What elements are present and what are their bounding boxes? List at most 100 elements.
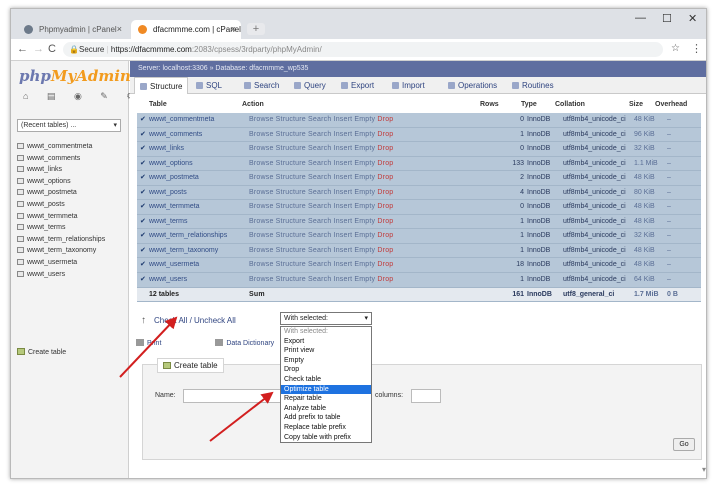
table-name-link[interactable]: wwwt_postmeta	[149, 171, 249, 186]
row-checkbox[interactable]: ✔	[140, 186, 146, 201]
tab-operations[interactable]: Operations	[448, 77, 497, 94]
table-name-link[interactable]: wwwt_termmeta	[149, 200, 249, 215]
dropdown-option[interactable]: Check table	[281, 375, 371, 385]
reload-icon[interactable]: C	[48, 43, 56, 55]
dropdown-option[interactable]: Analyze table	[281, 404, 371, 414]
back-icon[interactable]: ←	[17, 43, 28, 55]
row-checkbox[interactable]: ✔	[140, 200, 146, 215]
table-row[interactable]: ✔ wwwt_commentmeta Browse Structure Search…	[137, 113, 701, 128]
tree-table-item[interactable]: wwwt_postmeta	[17, 187, 105, 199]
table-name-link[interactable]: wwwt_links	[149, 142, 249, 157]
close-window-icon[interactable]: ✕	[688, 12, 697, 25]
row-actions[interactable]: Browse Structure Search Insert Empty Dro…	[249, 258, 471, 273]
recent-tables-select[interactable]: (Recent tables) ... ▾	[17, 119, 121, 132]
row-checkbox[interactable]: ✔	[140, 258, 146, 273]
close-tab-icon[interactable]: ×	[117, 20, 122, 39]
row-checkbox[interactable]: ✔	[140, 273, 146, 288]
header-overhead[interactable]: Overhead	[655, 101, 687, 108]
header-type[interactable]: Type	[521, 101, 537, 108]
table-name-link[interactable]: wwwt_comments	[149, 128, 249, 143]
dropdown-option[interactable]: Empty	[281, 356, 371, 366]
tab-sql[interactable]: SQL	[196, 77, 222, 94]
row-checkbox[interactable]: ✔	[140, 113, 146, 128]
minimize-icon[interactable]: —	[635, 12, 646, 24]
tree-table-item[interactable]: wwwt_commentmeta	[17, 141, 105, 153]
row-actions[interactable]: Browse Structure Search Insert Empty Dro…	[249, 229, 471, 244]
dropdown-option[interactable]: Replace table prefix	[281, 423, 371, 433]
header-rows[interactable]: Rows	[480, 101, 499, 108]
table-row[interactable]: ✔ wwwt_links Browse Structure Search Inser…	[137, 142, 701, 157]
drop-link[interactable]: Drop	[377, 218, 393, 225]
row-actions[interactable]: Browse Structure Search Insert Empty Dro…	[249, 244, 471, 259]
drop-link[interactable]: Drop	[377, 276, 393, 283]
dropdown-option[interactable]: Print view	[281, 346, 371, 356]
tree-table-item[interactable]: wwwt_posts	[17, 199, 105, 211]
print-link[interactable]: Print	[136, 339, 161, 347]
tree-table-item[interactable]: wwwt_terms	[17, 222, 105, 234]
data-dictionary-link[interactable]: Data Dictionary	[215, 339, 274, 347]
go-button[interactable]: Go	[673, 438, 695, 451]
table-row[interactable]: ✔ wwwt_options Browse Structure Search Ins…	[137, 156, 701, 172]
drop-link[interactable]: Drop	[377, 160, 393, 167]
dropdown-option[interactable]: Export	[281, 337, 371, 347]
table-row[interactable]: ✔ wwwt_users Browse Structure Search Inser…	[137, 273, 701, 288]
table-name-link[interactable]: wwwt_term_taxonomy	[149, 244, 249, 259]
tree-table-item[interactable]: wwwt_links	[17, 164, 105, 176]
dropdown-option[interactable]: Add prefix to table	[281, 413, 371, 423]
browser-menu-icon[interactable]: ⋮	[691, 42, 702, 55]
tree-table-item[interactable]: wwwt_options	[17, 176, 105, 188]
navigation-icons[interactable]: ⌂ ▤ ◉ ✎ ⚙	[23, 91, 142, 102]
table-name-input[interactable]	[183, 389, 283, 403]
row-actions[interactable]: Browse Structure Search Insert Empty Dro…	[249, 171, 471, 186]
check-all-link[interactable]: ↑ Check All / Uncheck All	[141, 315, 236, 326]
row-checkbox[interactable]: ✔	[140, 215, 146, 230]
table-row[interactable]: ✔ wwwt_postmeta Browse Structure Search In…	[137, 171, 701, 186]
breadcrumb[interactable]: Server: localhost:3306 » Database: dfacm…	[130, 61, 706, 77]
drop-link[interactable]: Drop	[377, 131, 393, 138]
tree-table-item[interactable]: wwwt_usermeta	[17, 257, 105, 269]
new-tab-button[interactable]: +	[247, 23, 265, 35]
tab-export[interactable]: Export	[341, 77, 374, 94]
table-name-link[interactable]: wwwt_options	[149, 157, 249, 172]
tree-table-item[interactable]: wwwt_comments	[17, 153, 105, 165]
tab-search[interactable]: Search	[244, 77, 279, 94]
header-table[interactable]: Table	[149, 101, 167, 108]
table-row[interactable]: ✔ wwwt_terms Browse Structure Search Inser…	[137, 214, 701, 230]
table-name-link[interactable]: wwwt_posts	[149, 186, 249, 201]
row-actions[interactable]: Browse Structure Search Insert Empty Dro…	[249, 113, 471, 128]
drop-link[interactable]: Drop	[377, 232, 393, 239]
drop-link[interactable]: Drop	[377, 145, 393, 152]
with-selected-select[interactable]: With selected: ▾	[280, 312, 372, 325]
tree-table-item[interactable]: wwwt_users	[17, 269, 105, 281]
table-row[interactable]: ✔ wwwt_posts Browse Structure Search Inser…	[137, 185, 701, 201]
row-actions[interactable]: Browse Structure Search Insert Empty Dro…	[249, 128, 471, 143]
scroll-down-icon[interactable]: ▾	[702, 465, 706, 474]
dropdown-option[interactable]: With selected:	[281, 327, 371, 337]
table-name-link[interactable]: wwwt_users	[149, 273, 249, 288]
row-actions[interactable]: Browse Structure Search Insert Empty Dro…	[249, 142, 471, 157]
phpmyadmin-logo[interactable]: phpMyAdmin	[19, 67, 131, 85]
table-row[interactable]: ✔ wwwt_term_relationships Browse Structure…	[137, 229, 701, 244]
table-row[interactable]: ✔ wwwt_term_taxonomy Browse Structure Sear…	[137, 243, 701, 259]
dropdown-option[interactable]: Copy table with prefix	[281, 433, 371, 443]
row-actions[interactable]: Browse Structure Search Insert Empty Dro…	[249, 215, 471, 230]
browser-tab-cpanel[interactable]: dfacmmme.com | cPanel ×	[131, 20, 241, 39]
browser-tab-phpmyadmin[interactable]: Phpmyadmin | cPanel ×	[17, 20, 127, 39]
tab-routines[interactable]: Routines	[512, 77, 554, 94]
tab-query[interactable]: Query	[294, 77, 326, 94]
row-checkbox[interactable]: ✔	[140, 142, 146, 157]
header-size[interactable]: Size	[629, 101, 643, 108]
tab-import[interactable]: Import	[392, 77, 425, 94]
table-row[interactable]: ✔ wwwt_usermeta Browse Structure Search In…	[137, 258, 701, 274]
header-collation[interactable]: Collation	[555, 101, 585, 108]
bookmark-star-icon[interactable]: ☆	[671, 43, 680, 54]
table-name-link[interactable]: wwwt_commentmeta	[149, 113, 249, 128]
number-of-columns-input[interactable]	[411, 389, 441, 403]
drop-link[interactable]: Drop	[377, 261, 393, 268]
table-name-link[interactable]: wwwt_terms	[149, 215, 249, 230]
row-actions[interactable]: Browse Structure Search Insert Empty Dro…	[249, 186, 471, 201]
tree-table-item[interactable]: wwwt_term_relationships	[17, 234, 105, 246]
dropdown-option[interactable]: Drop	[281, 365, 371, 375]
row-actions[interactable]: Browse Structure Search Insert Empty Dro…	[249, 157, 471, 172]
row-checkbox[interactable]: ✔	[140, 229, 146, 244]
